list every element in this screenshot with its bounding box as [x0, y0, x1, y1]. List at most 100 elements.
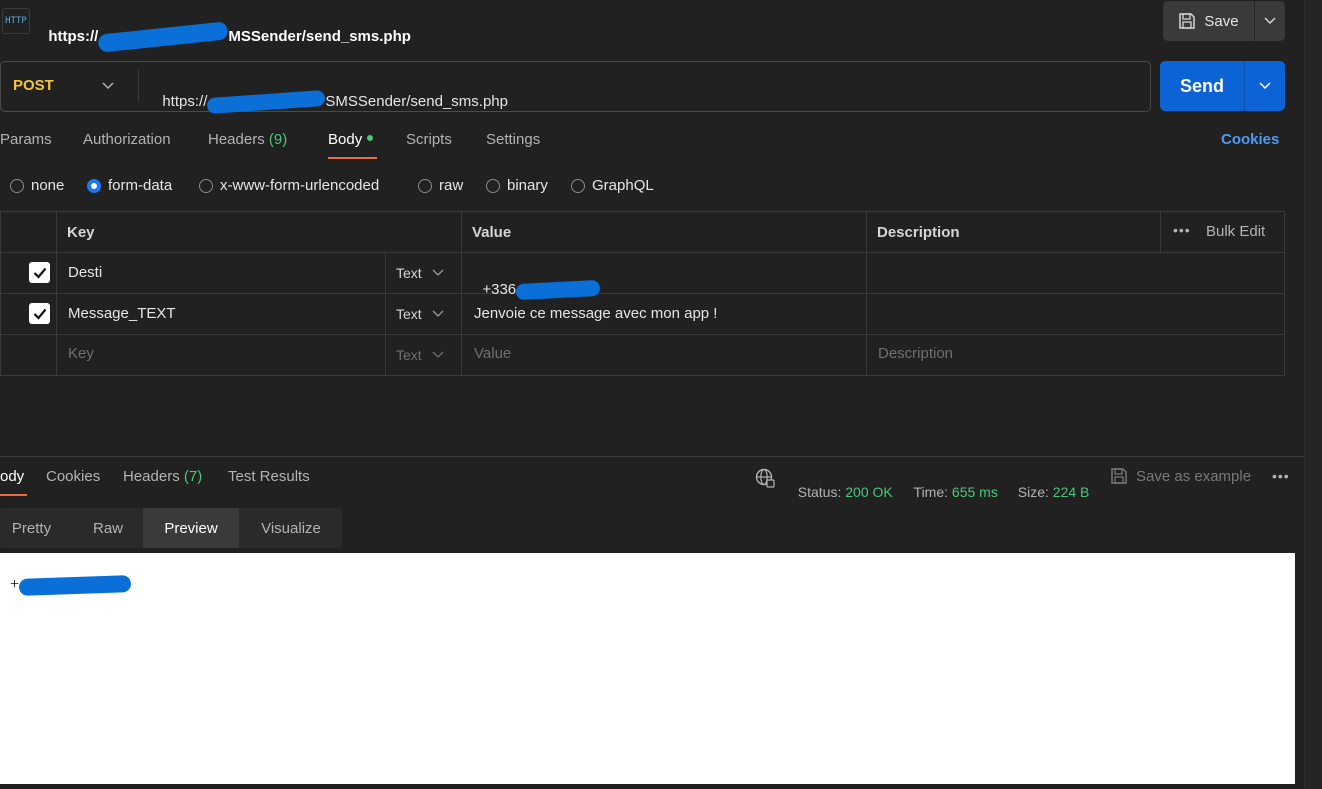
response-time[interactable]: Time: 655 ms: [906, 468, 998, 500]
radio-selected-icon: [87, 178, 101, 193]
cookies-link[interactable]: Cookies: [1221, 131, 1279, 148]
response-tab-body[interactable]: ody: [0, 468, 24, 485]
save-as-example-button[interactable]: Save as example: [1110, 467, 1251, 485]
type-label: Text: [396, 306, 422, 322]
tab-settings[interactable]: Settings: [486, 131, 540, 148]
tab-title-suffix: MSSender/send_sms.php: [228, 28, 411, 45]
key-placeholder[interactable]: Key: [68, 345, 94, 362]
radio-binary[interactable]: binary: [486, 177, 548, 194]
tab-headers-label: Headers: [208, 131, 265, 148]
method-selector[interactable]: POST: [13, 77, 54, 94]
time-value: 655 ms: [951, 484, 998, 500]
radio-label: binary: [507, 177, 548, 194]
send-options-button[interactable]: [1245, 61, 1285, 111]
divider: [866, 211, 867, 376]
save-icon: [1179, 13, 1196, 29]
radio-label: raw: [439, 177, 464, 194]
tab-body[interactable]: Body: [328, 131, 374, 148]
tab-headers[interactable]: Headers (9): [208, 131, 287, 148]
chevron-down-icon: [432, 310, 444, 317]
modified-indicator-dot: [367, 135, 374, 142]
type-selector[interactable]: Text: [396, 306, 444, 322]
response-preview-pane: [0, 553, 1295, 784]
divider: [0, 456, 1305, 457]
response-tab-test-results[interactable]: Test Results: [228, 468, 310, 485]
view-pretty-button[interactable]: Pretty: [0, 508, 63, 548]
type-selector[interactable]: Text: [396, 347, 444, 363]
column-header-key: Key: [67, 224, 95, 241]
radio-form-data[interactable]: form-data: [87, 177, 172, 194]
response-tab-headers-label: Headers: [123, 468, 180, 485]
radio-none[interactable]: none: [10, 177, 64, 194]
save-options-button[interactable]: [1255, 1, 1285, 41]
scrollbar[interactable]: [1304, 0, 1322, 789]
tab-scripts[interactable]: Scripts: [406, 131, 452, 148]
tab-params[interactable]: Params: [0, 131, 52, 148]
radio-circle-icon: [418, 178, 432, 193]
row-value[interactable]: +336: [474, 264, 601, 301]
radio-circle-icon: [199, 178, 213, 193]
send-button[interactable]: Send: [1160, 61, 1245, 111]
value-placeholder[interactable]: Value: [474, 345, 511, 362]
save-button-group: Save: [1163, 1, 1285, 41]
response-tab-headers[interactable]: Headers (7): [123, 468, 202, 485]
time-label: Time:: [913, 484, 949, 500]
chevron-down-icon: [1264, 17, 1276, 25]
redaction-scribble: [97, 21, 229, 53]
chevron-down-icon: [432, 269, 444, 276]
tab-body-label: Body: [328, 131, 363, 148]
tab-title-prefix: https://: [48, 28, 99, 45]
checkmark-icon: [33, 267, 46, 279]
divider: [0, 252, 1285, 253]
view-visualize-button[interactable]: Visualize: [246, 508, 336, 548]
row-key[interactable]: Desti: [68, 264, 102, 281]
url-suffix: SMSSender/send_sms.php: [325, 93, 508, 110]
divider: [56, 211, 57, 376]
save-button[interactable]: Save: [1163, 1, 1255, 41]
chevron-down-icon: [1259, 82, 1271, 90]
divider: [0, 293, 1285, 294]
radio-label: form-data: [108, 177, 173, 194]
row-checkbox[interactable]: [29, 303, 50, 324]
row-key[interactable]: Message_TEXT: [68, 305, 176, 322]
status-label: Status:: [797, 484, 842, 500]
size-value: 224 B: [1052, 484, 1090, 500]
radio-urlencoded[interactable]: x-www-form-urlencoded: [199, 177, 379, 194]
view-raw-button[interactable]: Raw: [80, 508, 136, 548]
radio-raw[interactable]: raw: [418, 177, 463, 194]
more-options-icon[interactable]: •••: [1272, 468, 1290, 484]
description-placeholder[interactable]: Description: [878, 345, 953, 362]
type-label: Text: [396, 347, 422, 363]
size-label: Size:: [1017, 484, 1049, 500]
radio-graphql[interactable]: GraphQL: [571, 177, 654, 194]
radio-circle-icon: [486, 178, 500, 193]
radio-label: GraphQL: [592, 177, 654, 194]
method-dropdown-chevron-icon[interactable]: [101, 77, 115, 94]
radio-circle-icon: [571, 178, 585, 193]
save-icon: [1111, 468, 1127, 484]
type-selector[interactable]: Text: [396, 265, 444, 281]
row-checkbox[interactable]: [29, 262, 50, 283]
response-size[interactable]: Size: 224 B: [1010, 468, 1090, 500]
checkmark-icon: [33, 308, 46, 320]
divider: [385, 252, 386, 376]
url-input[interactable]: https:// SMSSender/send_sms.php: [154, 76, 508, 115]
tab-authorization[interactable]: Authorization: [83, 131, 171, 148]
preview-text: +: [10, 576, 20, 593]
row-value[interactable]: Jenvoie ce message avec mon app !: [474, 305, 717, 322]
radio-label: none: [31, 177, 65, 194]
more-options-icon[interactable]: •••: [1173, 222, 1191, 238]
response-status[interactable]: Status: 200 OK: [790, 468, 893, 500]
bulk-edit-button[interactable]: Bulk Edit: [1206, 223, 1265, 240]
send-button-group: Send: [1160, 61, 1285, 111]
divider: [138, 70, 139, 102]
network-globe-icon[interactable]: [755, 468, 775, 492]
divider: [1160, 211, 1161, 252]
radio-label: x-www-form-urlencoded: [220, 177, 380, 194]
status-value: 200 OK: [845, 484, 893, 500]
view-preview-button[interactable]: Preview: [143, 508, 239, 548]
save-as-example-label: Save as example: [1136, 467, 1252, 485]
row-value-text: +336: [482, 281, 517, 298]
response-tab-cookies[interactable]: Cookies: [46, 468, 100, 485]
save-label: Save: [1204, 12, 1239, 30]
